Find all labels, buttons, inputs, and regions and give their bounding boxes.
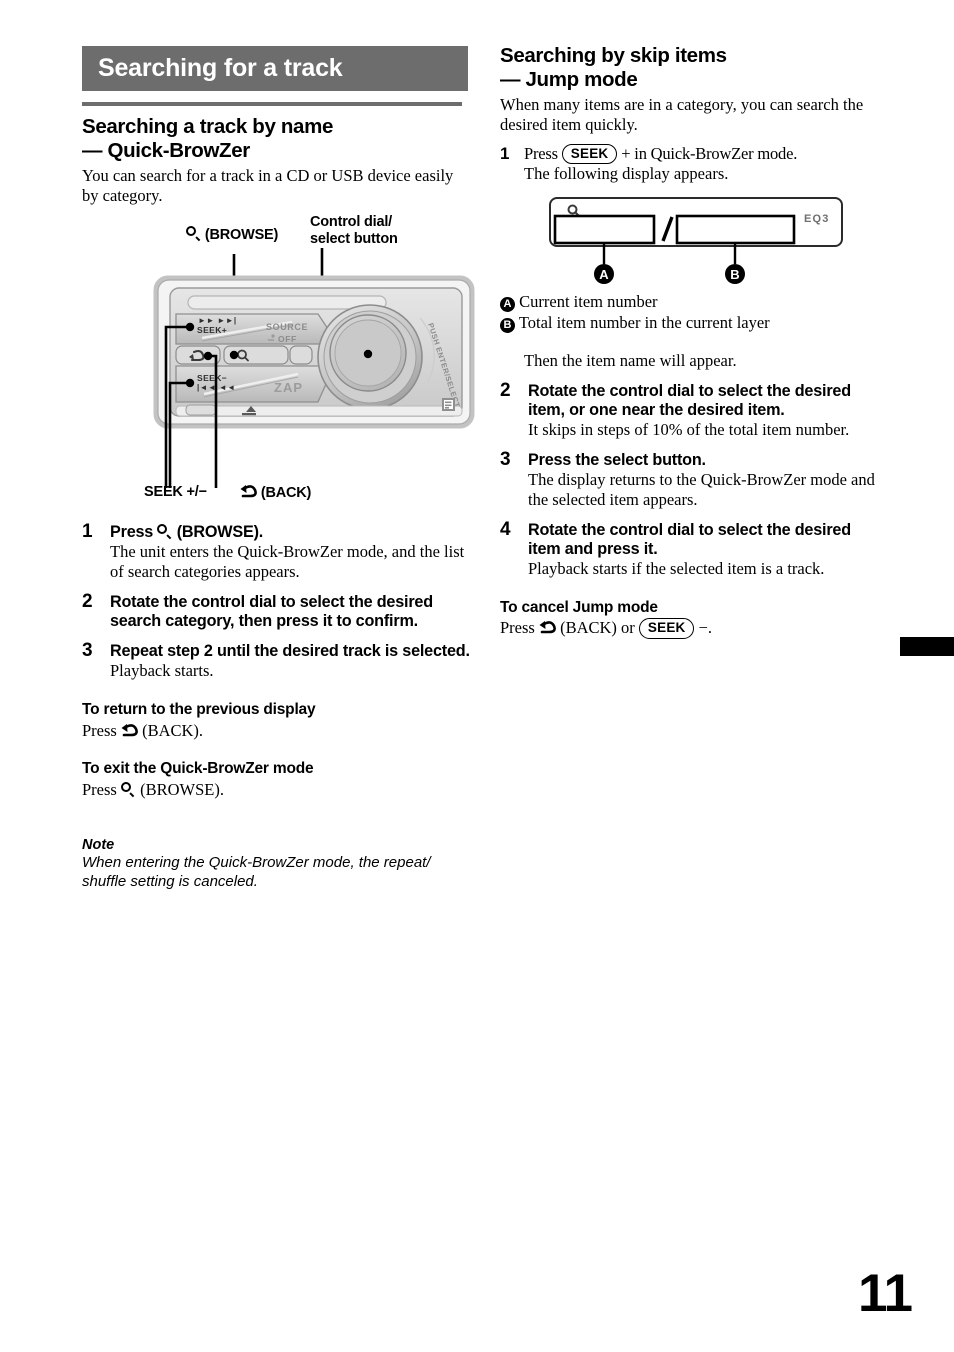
svg-text:SOURCE: SOURCE xyxy=(266,322,308,332)
right-step-1-title: Press SEEK + in Quick-BrowZer mode. xyxy=(524,144,798,165)
subsection-heading: Searching a track by name — Quick-BrowZe… xyxy=(82,115,468,163)
cancel-jump-heading: To cancel Jump mode xyxy=(500,598,658,616)
right-step-2-title: Rotate the control dial to select the de… xyxy=(528,381,851,420)
left-step-2-number: 2 xyxy=(82,590,93,612)
right-step-3-title: Press the select button. xyxy=(528,451,706,470)
section-header-bar: Searching for a track xyxy=(82,46,468,92)
right-column: Searching by skip items — Jump mode When… xyxy=(500,44,878,184)
right-step-2-body: It skips in steps of 10% of the total it… xyxy=(528,420,850,440)
right-step-3-number: 3 xyxy=(500,449,511,471)
right-step-3: 3 Press the select button. The display r… xyxy=(500,449,882,510)
right-intro-text: When many items are in a category, you c… xyxy=(500,94,864,134)
subsection-heading-line2: — Quick-BrowZer xyxy=(82,139,250,163)
legend-row-b: B Total item number in the current layer xyxy=(500,313,882,334)
left-step-3-number: 3 xyxy=(82,640,93,662)
callout-b-letter: B xyxy=(730,267,739,282)
svg-text:►► ►►|: ►► ►►| xyxy=(198,316,237,325)
left-step-1: 1 Press (BROWSE). The unit enters the Qu… xyxy=(82,521,472,582)
legend-row-a: A Current item number xyxy=(500,292,882,313)
left-intro-text: You can search for a track in a CD or US… xyxy=(82,166,454,205)
return-previous-text: Press (BACK). xyxy=(82,720,204,740)
legend-marker-a: A xyxy=(500,297,515,312)
right-step-1-body: The following display appears. xyxy=(524,164,729,184)
svg-text:OFF: OFF xyxy=(278,334,297,344)
legend-text-a: Current item number xyxy=(519,292,658,311)
exit-quickbrowzer-text: Press (BROWSE). xyxy=(82,779,224,799)
legend-text-b: Total item number in the current layer xyxy=(518,312,770,332)
eq3-indicator-text: EQ3 xyxy=(804,213,830,225)
left-column-steps: 1 Press (BROWSE). The unit enters the Qu… xyxy=(82,512,472,891)
search-icon xyxy=(157,524,172,540)
left-step-3-title: Repeat step 2 until the desired track is… xyxy=(110,642,470,661)
seek-button-label-cancel: SEEK xyxy=(638,618,695,639)
note-text: When entering the Quick-BrowZer mode, th… xyxy=(82,854,431,890)
right-step-1: 1 Press SEEK + in Quick-BrowZer mode. Th… xyxy=(500,144,878,184)
lcd-display-drawing: EQ3 A B xyxy=(549,197,843,284)
page-number: 11 xyxy=(857,1264,913,1323)
cancel-jump-text: Press (BACK) or SEEK −. xyxy=(500,618,713,639)
svg-text:ZAP: ZAP xyxy=(274,380,303,395)
subsection-heading-line1: Searching a track by name xyxy=(82,115,334,139)
note-label: Note xyxy=(82,837,115,854)
back-arrow-icon xyxy=(121,723,138,738)
svg-text:SEEK+: SEEK+ xyxy=(197,325,227,335)
right-step-4-title: Rotate the control dial to select the de… xyxy=(528,520,851,558)
legend-marker-b: B xyxy=(500,317,515,333)
right-column-continued: A Current item number B Total item numbe… xyxy=(500,292,882,641)
right-heading-line1: Searching by skip items xyxy=(500,44,727,67)
right-step-2-number: 2 xyxy=(500,379,511,401)
back-arrow-icon xyxy=(539,620,556,635)
left-step-3-body: Playback starts. xyxy=(110,661,214,681)
lcd-display-figure: EQ3 A B xyxy=(532,196,862,292)
left-step-1-number: 1 xyxy=(82,521,93,542)
section-divider xyxy=(82,102,462,107)
search-icon xyxy=(120,781,136,798)
return-previous-heading: To return to the previous display xyxy=(82,701,316,718)
exit-quickbrowzer-heading: To exit the Quick-BrowZer mode xyxy=(82,760,314,778)
edge-thumb-tab xyxy=(900,637,954,656)
manual-page: Searching for a track Searching a track … xyxy=(0,0,954,1352)
right-step-4-body: Playback starts if the selected item is … xyxy=(528,559,825,579)
right-subsection-heading: Searching by skip items — Jump mode xyxy=(500,44,878,92)
back-label: (BACK) xyxy=(240,484,311,502)
left-step-2: 2 Rotate the control dial to select the … xyxy=(82,590,472,632)
right-step-2: 2 Rotate the control dial to select the … xyxy=(500,379,882,440)
svg-text:SEEK−: SEEK− xyxy=(197,373,227,383)
left-step-3: 3 Repeat step 2 until the desired track … xyxy=(82,640,472,681)
left-column: Searching for a track Searching a track … xyxy=(82,46,468,207)
back-arrow-icon xyxy=(240,484,257,499)
right-step-1-number: 1 xyxy=(500,144,510,164)
seek-label: SEEK +/− xyxy=(144,484,207,500)
right-step-3-body: The display returns to the Quick-BrowZer… xyxy=(528,470,875,509)
device-illustration: (BROWSE) Control dial/ select button SOU… xyxy=(142,214,486,506)
seek-button-label: SEEK xyxy=(561,144,618,165)
left-step-1-title: Press (BROWSE). xyxy=(110,523,264,541)
right-heading-line2: — Jump mode xyxy=(500,67,638,91)
right-step-4-number: 4 xyxy=(500,518,511,540)
head-unit-drawing: SOURCE OFF ►► ►►| SEEK+ SEEK− |◄◄ ◄◄ ZAP… xyxy=(153,248,475,488)
left-step-1-body: The unit enters the Quick-BrowZer mode, … xyxy=(110,542,465,581)
callout-a-letter: A xyxy=(599,267,609,282)
after-legend-text: Then the item name will appear. xyxy=(524,351,737,371)
left-step-2-title: Rotate the control dial to select the de… xyxy=(110,592,433,630)
right-step-4: 4 Rotate the control dial to select the … xyxy=(500,518,882,579)
